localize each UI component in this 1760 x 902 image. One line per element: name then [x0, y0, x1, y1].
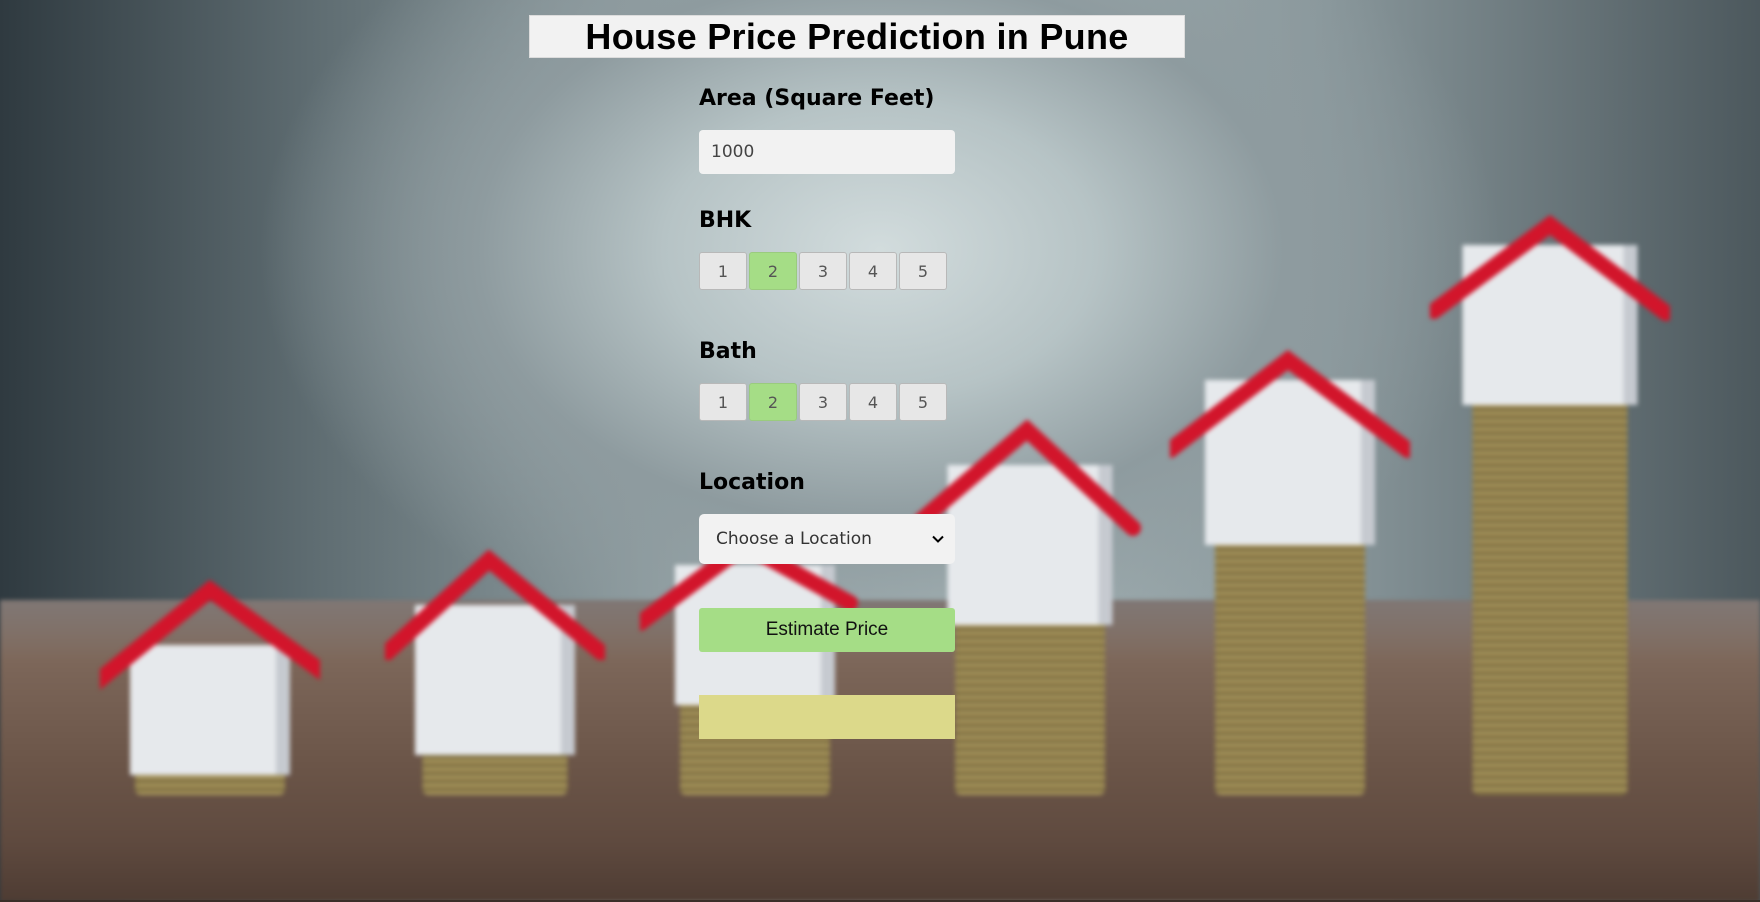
- estimate-price-button[interactable]: Estimate Price: [699, 608, 955, 652]
- bhk-selector: 1 2 3 4 5: [699, 252, 949, 292]
- bath-label: Bath: [699, 339, 757, 364]
- location-label: Location: [699, 470, 805, 495]
- house-coin-stack-1: [100, 580, 320, 795]
- bhk-label: BHK: [699, 208, 752, 233]
- bath-option-2[interactable]: 2: [749, 383, 797, 421]
- house-coin-stack-2: [385, 550, 605, 795]
- area-input[interactable]: [699, 130, 955, 174]
- page-title: House Price Prediction in Pune: [585, 15, 1129, 57]
- location-select-value: Choose a Location: [716, 529, 872, 549]
- bath-selector: 1 2 3 4 5: [699, 383, 949, 423]
- location-select[interactable]: Choose a Location: [699, 514, 955, 564]
- house-coin-stack-3: [640, 535, 870, 795]
- house-coin-stack-6: [1430, 215, 1670, 795]
- bhk-option-5[interactable]: 5: [899, 252, 947, 290]
- bath-option-5[interactable]: 5: [899, 383, 947, 421]
- bath-option-1[interactable]: 1: [699, 383, 747, 421]
- page-title-bar: House Price Prediction in Pune: [529, 15, 1185, 58]
- bhk-option-3[interactable]: 3: [799, 252, 847, 290]
- bhk-option-1[interactable]: 1: [699, 252, 747, 290]
- bhk-option-4[interactable]: 4: [849, 252, 897, 290]
- area-label: Area (Square Feet): [699, 86, 935, 111]
- bhk-option-2[interactable]: 2: [749, 252, 797, 290]
- chevron-down-icon: [931, 532, 945, 546]
- house-coin-stack-5: [1170, 350, 1410, 795]
- bath-option-3[interactable]: 3: [799, 383, 847, 421]
- bath-option-4[interactable]: 4: [849, 383, 897, 421]
- estimated-price-result: [699, 695, 955, 739]
